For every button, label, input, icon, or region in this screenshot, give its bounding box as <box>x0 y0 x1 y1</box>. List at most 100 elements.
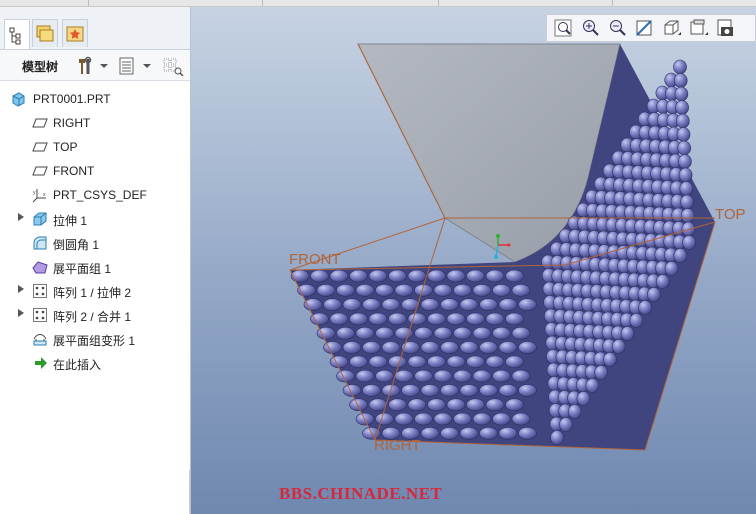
cylinder-boss <box>511 283 531 297</box>
pattern-icon <box>33 308 47 322</box>
cylinder-boss <box>401 384 420 397</box>
cylinder-boss <box>446 398 466 412</box>
cylinder-boss <box>446 269 466 283</box>
cylinder-boss <box>682 235 696 250</box>
expand-arrow-icon[interactable] <box>18 213 24 221</box>
cylinder-boss <box>453 326 472 340</box>
panel-splitter[interactable] <box>189 470 190 514</box>
cylinder-boss <box>427 355 446 369</box>
cylinder-boss <box>420 341 440 354</box>
tree-item-front[interactable]: FRONT <box>0 160 190 182</box>
cylinder-boss <box>420 298 440 311</box>
zoom-out-icon[interactable] <box>607 18 629 38</box>
cylinder-boss <box>323 298 342 311</box>
cylinder-boss <box>466 312 485 326</box>
cylinder-boss <box>355 283 375 297</box>
refit-zoom-icon[interactable] <box>553 18 575 38</box>
cylinder-boss <box>459 384 479 397</box>
tree-item-csys[interactable]: yx PRT_CSYS_DEF <box>0 184 190 206</box>
tree-item-right[interactable]: RIGHT <box>0 112 190 134</box>
cylinder-boss <box>585 378 600 393</box>
model-tree-toolbar: 模型树 <box>0 50 190 81</box>
tree-item-label: 展平面组 1 <box>53 262 112 276</box>
extrude-icon <box>33 212 47 226</box>
datum-label-top[interactable]: TOP <box>715 206 746 223</box>
cylinder-boss <box>336 326 355 340</box>
tree-item-top[interactable]: TOP <box>0 136 190 158</box>
tree-item-pattern-2[interactable]: 阵列 2 / 合并 1 <box>0 304 190 326</box>
filter-icon[interactable] <box>162 56 184 76</box>
cylinder-boss <box>603 352 617 367</box>
cylinder-boss <box>342 298 362 311</box>
cylinder-boss <box>433 283 453 297</box>
cylinder-boss <box>349 269 368 283</box>
cylinder-boss <box>505 312 524 326</box>
cylinder-boss <box>498 384 518 397</box>
cylinder-boss <box>459 426 479 440</box>
tree-item-part[interactable]: PRT0001.PRT <box>0 88 190 110</box>
datum-plane-icon <box>32 142 48 152</box>
cylinder-boss <box>681 221 696 237</box>
cylinder-boss <box>679 181 694 196</box>
cylinder-boss <box>498 426 518 440</box>
tree-item-insert-here[interactable]: 在此插入 <box>0 352 190 374</box>
graphics-window[interactable]: FRONT TOP RIGHT <box>191 7 756 514</box>
display-style-icon[interactable] <box>661 18 683 38</box>
svg-text:x: x <box>43 192 46 198</box>
cylinder-boss <box>620 326 635 341</box>
cylinder-boss <box>485 269 505 283</box>
cylinder-boss <box>336 283 355 297</box>
saved-views-icon[interactable] <box>715 18 737 38</box>
view-manager-icon[interactable] <box>688 18 710 38</box>
tree-item-label: 拉伸 1 <box>53 214 88 228</box>
cylinder-boss <box>388 355 407 369</box>
tab-folder-browser[interactable] <box>32 19 58 47</box>
cylinder-boss <box>479 298 498 311</box>
cylinder-boss <box>492 369 511 383</box>
cylinder-boss <box>677 140 692 156</box>
cylinder-boss <box>664 261 679 276</box>
tree-item-round-1[interactable]: 倒圆角 1 <box>0 232 190 254</box>
cylinder-boss <box>362 298 381 311</box>
cylinder-boss <box>505 269 524 283</box>
show-columns-icon[interactable] <box>117 56 137 76</box>
cylinder-boss <box>349 312 368 326</box>
cylinder-boss <box>420 384 440 397</box>
cylinder-boss <box>394 283 414 297</box>
expand-arrow-icon[interactable] <box>18 285 24 293</box>
tree-item-label: FRONT <box>53 164 95 178</box>
tree-item-extrude-1[interactable]: 拉伸 1 <box>0 208 190 230</box>
cylinder-boss <box>375 412 394 426</box>
cylinder-boss <box>594 365 608 380</box>
datum-label-right[interactable]: RIGHT <box>374 437 421 454</box>
tab-favorites[interactable] <box>62 19 88 47</box>
cylinder-boss <box>678 167 693 183</box>
view-toolbar <box>546 14 756 42</box>
tree-item-pattern-1[interactable]: 阵列 1 / 拉伸 2 <box>0 280 190 302</box>
cylinder-boss <box>479 426 498 440</box>
cylinder-boss <box>381 341 401 354</box>
cylinder-boss <box>433 326 453 340</box>
tab-model-tree[interactable] <box>4 19 30 49</box>
cylinder-boss <box>511 412 531 426</box>
cylinder-boss <box>310 312 329 326</box>
cylinder-boss <box>472 283 492 297</box>
model-canvas[interactable]: FRONT TOP RIGHT <box>191 7 756 514</box>
zoom-in-icon[interactable] <box>580 18 602 38</box>
cylinder-boss <box>303 298 323 311</box>
expand-arrow-icon[interactable] <box>18 309 24 317</box>
settings-tools-icon[interactable] <box>74 56 96 76</box>
cylinder-boss <box>576 391 591 406</box>
cylinder-boss <box>427 312 446 326</box>
tree-item-flatten-deform-1[interactable]: 展平面组变形 1 <box>0 328 190 350</box>
show-dropdown-icon[interactable] <box>143 64 151 68</box>
cylinder-boss <box>355 326 375 340</box>
settings-dropdown-icon[interactable] <box>100 64 108 68</box>
cylinder-boss <box>381 298 401 311</box>
cylinder-boss <box>498 341 518 354</box>
cylinder-boss <box>459 298 479 311</box>
tree-item-flatten-quilt-1[interactable]: 展平面组 1 <box>0 256 190 278</box>
repaint-icon[interactable] <box>634 18 656 38</box>
cylinder-boss <box>440 426 459 440</box>
datum-label-front[interactable]: FRONT <box>289 251 341 268</box>
